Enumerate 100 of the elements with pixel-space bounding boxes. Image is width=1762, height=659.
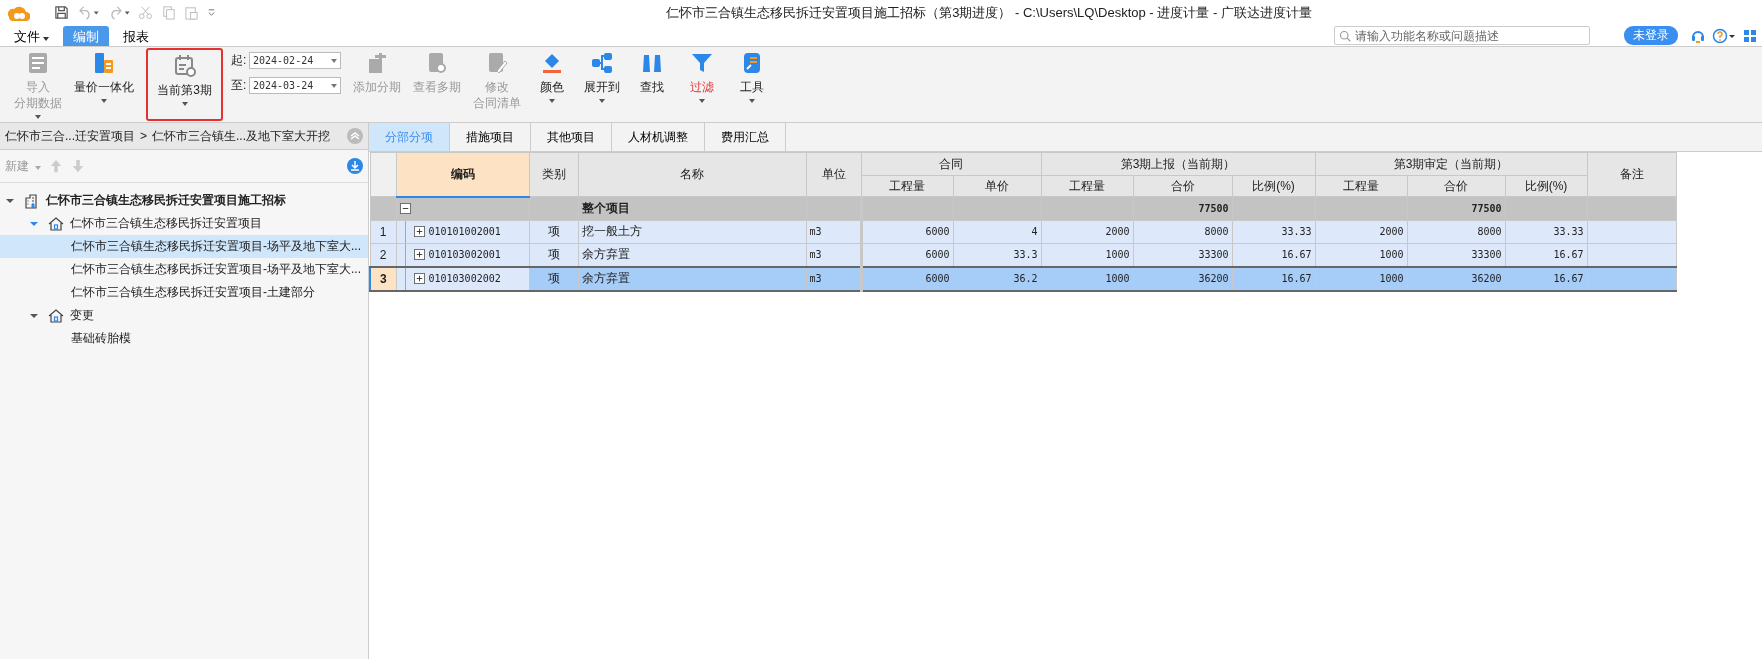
hierarchy-icon — [590, 51, 614, 75]
date-field[interactable]: 2024-02-24 — [249, 52, 341, 69]
ribbon-button[interactable]: 颜色 — [527, 47, 577, 122]
table-cell: 36.2 — [1013, 273, 1038, 284]
caret-icon[interactable] — [30, 220, 38, 227]
table-cell: 2000 — [1105, 226, 1130, 237]
table-cell: 整个项目 — [581, 200, 630, 215]
table-cell: 1000 — [1105, 249, 1130, 260]
tree-item[interactable]: 基础砖胎模 — [0, 327, 368, 350]
column-header[interactable]: 类别 — [529, 152, 578, 197]
row-number: 1 — [379, 224, 387, 239]
table-cell: 6000 — [925, 273, 950, 284]
expand-icon[interactable] — [413, 249, 425, 260]
column-group-header: 合同 — [861, 152, 1041, 176]
breadcrumb-link[interactable]: 仁怀市三合镇生...及地下室大开挖 — [152, 127, 331, 145]
table-cell: 010101002001 — [428, 226, 501, 237]
collapse-icon[interactable] — [399, 203, 411, 214]
building-icon — [24, 192, 40, 209]
table-cell: 33.33 — [1281, 226, 1312, 237]
date-label: 起: — [231, 52, 248, 69]
tree-item[interactable]: 变更 — [0, 304, 368, 327]
expand-icon[interactable] — [413, 226, 425, 237]
ribbon-button[interactable]: 查找 — [627, 47, 677, 122]
table-cell: 33.33 — [1553, 226, 1584, 237]
table-cell: 77500 — [1471, 202, 1502, 214]
caret-icon — [35, 165, 42, 170]
table-cell: 16.67 — [1553, 249, 1584, 260]
caret-icon[interactable] — [6, 197, 14, 204]
column-group-header: 第3期上报（当前期） — [1041, 152, 1315, 176]
grid-icon[interactable] — [1742, 27, 1758, 44]
table-cell: 4 — [1031, 226, 1038, 237]
ribbon-button[interactable]: 工具 — [727, 47, 777, 122]
breadcrumb-separator: > — [140, 129, 148, 143]
ribbon-button[interactable]: 展开到 — [577, 47, 627, 122]
caret-icon — [331, 58, 337, 63]
tree-item[interactable]: 仁怀市三合镇生态移民拆迁安置项目 — [0, 212, 368, 235]
expand-icon[interactable] — [413, 273, 425, 284]
table-cell: 项 — [547, 271, 560, 285]
column-header[interactable]: 单位 — [806, 152, 861, 197]
table-cell: 33.3 — [1013, 249, 1038, 260]
house-icon — [48, 215, 64, 232]
import-icon — [26, 51, 50, 75]
table-cell: 6000 — [925, 226, 950, 237]
table-cell: 36200 — [1471, 273, 1502, 284]
breadcrumb-link[interactable]: 仁怀市三合...迁安置项目 — [5, 127, 135, 145]
ribbon-button[interactable]: 量价一体化 — [68, 47, 140, 122]
undo-icon[interactable] — [77, 5, 100, 20]
column-group-header: 第3期审定（当前期） — [1315, 152, 1587, 176]
menu-tab[interactable]: 报表 — [113, 26, 159, 46]
table-cell: 挖一般土方 — [581, 224, 642, 238]
table-cell: 010103002002 — [428, 273, 501, 284]
row-number: 2 — [379, 247, 387, 262]
table-cell: 项 — [547, 247, 560, 261]
download-icon[interactable] — [347, 158, 363, 174]
table-cell: m3 — [809, 249, 822, 260]
table-cell: 余方弃置 — [581, 247, 630, 261]
table-cell: 010103002001 — [428, 249, 501, 260]
ribbon-button[interactable]: 过滤 — [677, 47, 727, 122]
table-cell: 项 — [547, 224, 560, 238]
window-title: 仁怀市三合镇生态移民拆迁安置项目施工招标（第3期进度） - C:\Users\LQ\Desktop - 进度计量 - 广联达进度计量 — [665, 3, 1313, 22]
filter-icon — [690, 51, 714, 75]
table-cell: 33300 — [1471, 249, 1502, 260]
price-icon — [92, 51, 116, 75]
search-field[interactable]: 请输入功能名称或问题描述 — [1334, 26, 1590, 45]
table-cell: 1000 — [1379, 249, 1404, 260]
caret-icon — [331, 83, 337, 88]
table-cell: 16.67 — [1553, 273, 1584, 284]
table-cell: 16.67 — [1281, 249, 1312, 260]
date-label: 至: — [231, 77, 248, 94]
row-number: 3 — [379, 271, 387, 286]
help-icon[interactable] — [1712, 27, 1736, 44]
date-field[interactable]: 2024-03-24 — [249, 77, 341, 94]
tree-item[interactable]: 仁怀市三合镇生态移民拆迁安置项目-场平及地下室大... — [0, 235, 368, 258]
table-cell: 1000 — [1105, 273, 1130, 284]
table-cell: 33300 — [1198, 249, 1229, 260]
save-icon[interactable] — [54, 5, 69, 20]
paste-icon[interactable] — [184, 5, 199, 20]
column-header[interactable]: 备注 — [1587, 152, 1676, 197]
house-icon — [48, 307, 64, 324]
table-cell: 36200 — [1198, 273, 1229, 284]
table-cell: 8000 — [1477, 226, 1502, 237]
table-cell: m3 — [809, 273, 822, 284]
table-cell: 16.67 — [1281, 273, 1312, 284]
tree-item[interactable]: 仁怀市三合镇生态移民拆迁安置项目-场平及地下室大... — [0, 258, 368, 281]
table-cell: 77500 — [1198, 202, 1229, 214]
caret-icon[interactable] — [30, 312, 38, 319]
table-cell: 1000 — [1379, 273, 1404, 284]
table-cell: m3 — [809, 226, 822, 237]
tree-item[interactable]: 仁怀市三合镇生态移民拆迁安置项目-土建部分 — [0, 281, 368, 304]
tree-item[interactable]: 仁怀市三合镇生态移民拆迁安置项目施工招标 — [0, 189, 368, 212]
column-header[interactable]: 名称 — [578, 152, 806, 197]
table-cell: 2000 — [1379, 226, 1404, 237]
menu-tab[interactable]: 文件 — [4, 26, 59, 46]
table-cell: 余方弃置 — [581, 271, 630, 285]
search-icon — [1339, 29, 1351, 42]
ribbon-button[interactable]: 当前第3期 — [146, 48, 223, 121]
table-cell: 8000 — [1204, 226, 1229, 237]
column-header[interactable]: 编码 — [396, 152, 529, 197]
calendar-icon — [172, 54, 197, 78]
table-cell: 6000 — [925, 249, 950, 260]
